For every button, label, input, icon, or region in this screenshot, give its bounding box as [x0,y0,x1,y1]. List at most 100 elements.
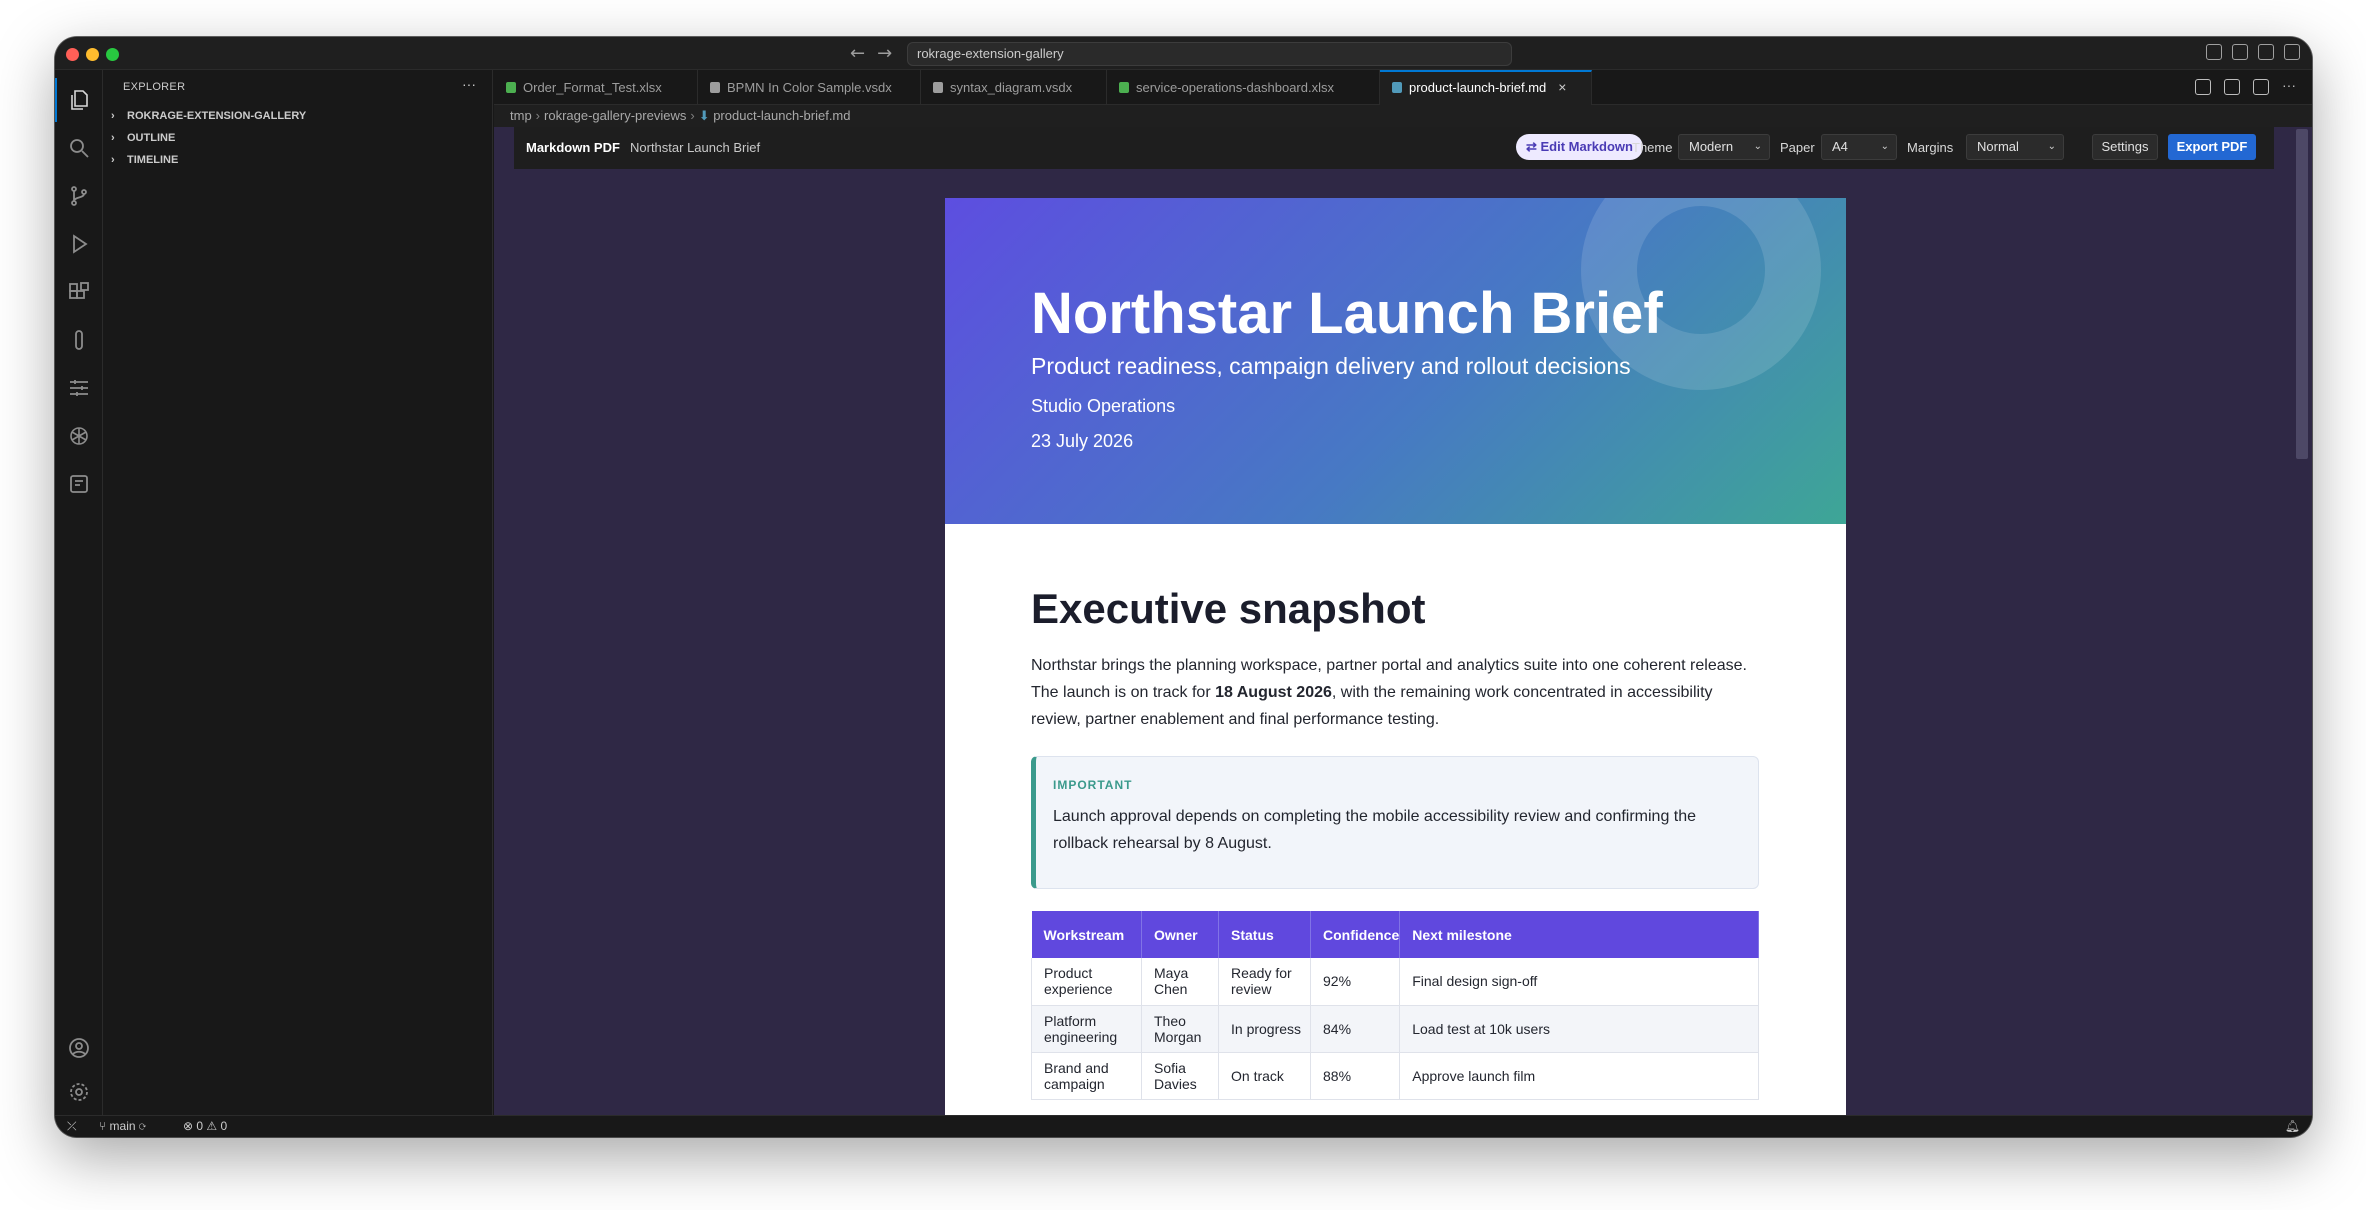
table-cell: Sofia Davies [1141,1052,1219,1100]
margins-select[interactable]: Normal ⌄ [1966,134,2064,160]
toggle-secondary-sidebar-icon[interactable] [2284,44,2300,60]
chevron-down-icon: ⌄ [1880,141,1889,152]
customize-layout-icon[interactable] [2206,44,2222,60]
remote-icon[interactable]: ⤫ [67,1116,77,1137]
source-control-icon[interactable] [55,174,103,218]
breadcrumb: tmp › rokrage-gallery-previews › ⬇ product-l… [494,105,2312,127]
sidebar-section-timeline[interactable]: › TIMELINE [111,150,178,170]
table-cell: Ready for review [1218,958,1311,1006]
notifications-bell-icon[interactable]: 🔔︎ [2285,1116,2300,1137]
toggle-panel-icon[interactable] [2258,44,2274,60]
chevron-down-icon: ⌄ [2047,141,2056,152]
edit-markdown-button[interactable]: ⇄ Edit Markdown [1516,134,1643,160]
extensions-icon[interactable] [55,270,103,314]
account-icon[interactable] [55,1026,103,1070]
table-cell: Load test at 10k users [1399,1005,1759,1053]
callout-text: Launch approval depends on completing th… [1053,808,1697,852]
list-icon [710,82,720,93]
table-header: Confidence [1310,911,1401,958]
table-row: Product experience Maya Chen Ready for r… [1031,958,1759,1006]
export-pdf-button[interactable]: Export PDF [2168,134,2256,160]
close-tab-icon[interactable]: × [1558,79,1566,95]
spreadsheet-icon [506,82,516,93]
sync-icon: ⟳ [138,1119,147,1133]
chevron-right-icon: › [111,110,115,122]
settings-button[interactable]: Settings [2092,134,2158,160]
table-cell: Platform engineering [1031,1005,1142,1053]
run-debug-icon[interactable] [55,222,103,266]
hero-banner: Northstar Launch Brief Product readiness… [945,198,1846,524]
paper-select[interactable]: A4 ⌄ [1821,134,1897,160]
breadcrumb-folder-previews[interactable]: rokrage-gallery-previews [544,108,686,123]
markdown-pdf-preview: Markdown PDF Northstar Launch Brief ⇄ Ed… [494,127,2312,1115]
table-cell: Product experience [1031,958,1142,1006]
table-header: Status [1218,911,1311,958]
tab-bpmn-in-color-sample[interactable]: BPMN In Color Sample.vsdx [698,70,921,105]
settings-gear-icon[interactable] [55,1070,103,1114]
pdf-page: Northstar Launch Brief Product readiness… [945,198,1846,1115]
callout-label: IMPORTANT [1053,778,1133,792]
tab-service-operations-dashboard[interactable]: service-operations-dashboard.xlsx [1107,70,1380,105]
table-cell: In progress [1218,1005,1311,1053]
chevron-right-icon: › [111,132,115,144]
sliders-icon[interactable] [55,366,103,410]
margins-label: Margins [1907,140,1954,155]
more-actions-icon[interactable]: ··· [462,76,476,92]
spreadsheet-icon [1119,82,1129,93]
document-date: 23 July 2026 [1031,431,1134,451]
workstream-table: Workstream Owner Status Confidence Next … [1031,911,1759,1100]
chevron-down-icon: ⌄ [1753,141,1762,152]
sidebar-section-outline[interactable]: › OUTLINE [111,128,175,148]
warning-icon: ⚠ [206,1119,221,1133]
zoom-window-button[interactable] [106,48,119,61]
breadcrumb-folder-tmp[interactable]: tmp [510,108,532,123]
search-icon[interactable] [55,126,103,170]
markdown-icon [1392,82,1402,93]
table-row: Platform engineering Theo Morgan In prog… [1031,1005,1759,1053]
table-cell: 84% [1310,1005,1401,1053]
paper-label: Paper [1780,140,1815,155]
table-row: Brand and campaign Sofia Davies On track… [1031,1052,1759,1100]
theme-label: Theme [1632,140,1673,155]
more-actions-icon[interactable]: ··· [2282,78,2298,95]
editor-tabs: Order_Format_Test.xlsx BPMN In Color Sam… [494,70,2312,105]
paperclip-icon[interactable] [55,318,103,362]
document-team: Studio Operations [1031,396,1176,416]
command-center-search[interactable]: rokrage-extension-gallery [907,42,1512,66]
close-window-button[interactable] [66,48,79,61]
branch-status[interactable]: ⑂ main ⟳ [99,1116,146,1137]
vscode-window: ← → rokrage-extension-gallery EXPLORER ·… [55,37,2312,1137]
table-cell: Brand and campaign [1031,1052,1142,1100]
explorer-sidebar: EXPLORER ··· › ROKRAGE-EXTENSION-GALLERY … [103,70,493,1115]
toolbar-title: Markdown PDF [526,140,620,155]
ai-assistant-icon[interactable] [55,414,103,458]
chevron-right-icon: › [111,154,115,166]
table-cell: 88% [1310,1052,1401,1100]
back-arrow-icon[interactable]: ← [850,43,865,64]
table-header: Next milestone [1399,911,1759,958]
split-editor-icon[interactable] [2253,79,2269,95]
preview-scrollbar[interactable] [2296,129,2308,459]
document-title: Northstar Launch Brief [1031,281,1663,346]
document-name: Northstar Launch Brief [630,140,761,155]
problems-status[interactable]: ⊗ 0 ⚠ 0 [183,1116,227,1137]
preview-toolbar: Markdown PDF Northstar Launch Brief ⇄ Ed… [514,127,2274,169]
table-cell: Final design sign-off [1399,958,1759,1006]
important-callout: IMPORTANT Launch approval depends on com… [1031,756,1759,889]
tab-order-format-test[interactable]: Order_Format_Test.xlsx [494,70,698,105]
document-subtitle: Product readiness, campaign delivery and… [1031,353,1631,379]
minimize-window-button[interactable] [86,48,99,61]
table-header: Workstream [1031,911,1142,958]
notes-icon[interactable] [55,462,103,506]
preview-icon[interactable] [2195,79,2211,95]
open-preview-icon[interactable] [2224,79,2240,95]
table-cell: Maya Chen [1141,958,1219,1006]
tab-syntax-diagram[interactable]: syntax_diagram.vsdx [921,70,1107,105]
toggle-primary-sidebar-icon[interactable] [2232,44,2248,60]
explorer-icon[interactable] [55,78,103,122]
tab-product-launch-brief[interactable]: product-launch-brief.md × [1380,70,1592,105]
theme-select[interactable]: Modern ⌄ [1678,134,1770,160]
breadcrumb-file[interactable]: product-launch-brief.md [713,108,850,123]
forward-arrow-icon[interactable]: → [877,43,892,64]
sidebar-section-workspace[interactable]: › ROKRAGE-EXTENSION-GALLERY [111,106,306,126]
